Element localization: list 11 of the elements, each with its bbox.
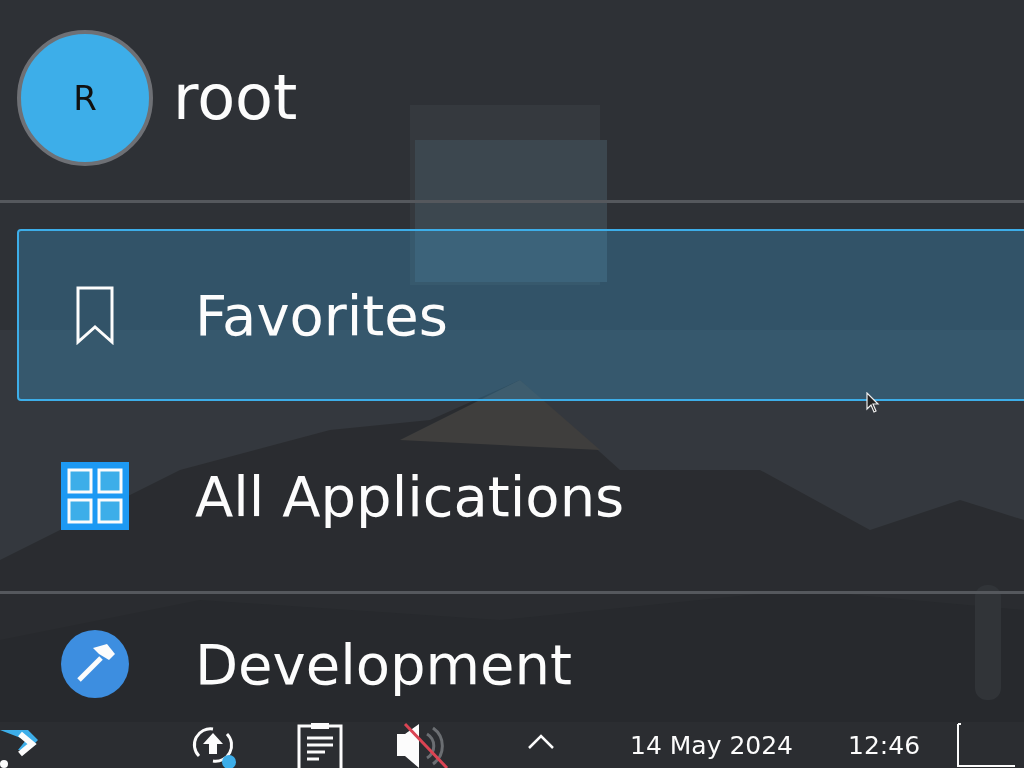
category-item[interactable]: All Applications [17, 401, 1024, 591]
user-name: root [173, 60, 298, 134]
date-text[interactable]: 14 May 2024 [630, 730, 812, 760]
clipboard-icon[interactable] [295, 722, 345, 768]
category-item[interactable]: Favorites [17, 229, 1024, 401]
clock-time[interactable]: 12:46 [848, 730, 925, 760]
bookmark-icon [75, 285, 115, 345]
hammer-icon [61, 630, 129, 698]
pointer-icon [866, 392, 880, 414]
grid-icon [61, 462, 129, 530]
category-item[interactable]: Development [17, 614, 1024, 700]
